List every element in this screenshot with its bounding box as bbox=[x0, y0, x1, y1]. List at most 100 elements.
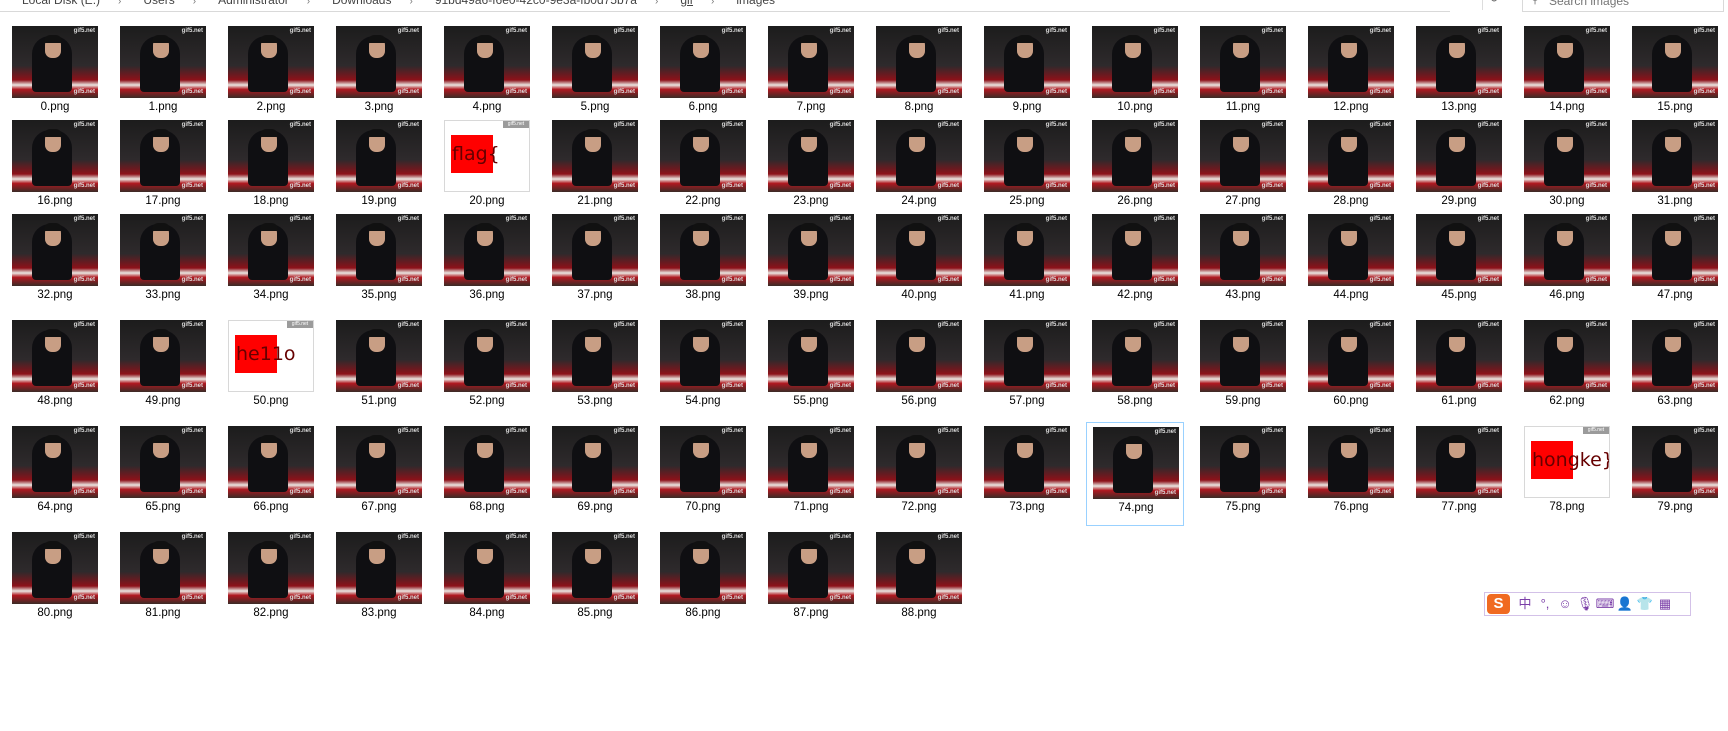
file-item[interactable]: gif5.net gif5.net 36.png bbox=[438, 210, 536, 314]
file-item[interactable]: gif5.net gif5.net 23.png bbox=[762, 116, 860, 220]
keyboard-icon[interactable]: ⌨ bbox=[1595, 595, 1615, 613]
file-item[interactable]: gif5.net gif5.net 65.png bbox=[114, 422, 212, 526]
file-item[interactable]: gif5.net gif5.net 59.png bbox=[1194, 316, 1292, 420]
file-item[interactable]: gif5.net gif5.net 72.png bbox=[870, 422, 968, 526]
search-box[interactable]: ⚲ bbox=[1522, 0, 1724, 12]
file-item[interactable]: gif5.net gif5.net 82.png bbox=[222, 528, 320, 632]
file-item[interactable]: gif5.net gif5.net 49.png bbox=[114, 316, 212, 420]
sogou-logo-icon[interactable]: S bbox=[1487, 594, 1510, 614]
file-item[interactable]: gif5.net gif5.net 69.png bbox=[546, 422, 644, 526]
file-item[interactable]: gif5.net gif5.net 2.png bbox=[222, 22, 320, 126]
file-item[interactable]: gif5.net gif5.net 11.png bbox=[1194, 22, 1292, 126]
search-input[interactable] bbox=[1549, 0, 1719, 9]
file-item[interactable]: gif5.net he11o 50.png bbox=[222, 316, 320, 420]
file-item[interactable]: gif5.net gif5.net 46.png bbox=[1518, 210, 1616, 314]
file-item[interactable]: gif5.net gif5.net 4.png bbox=[438, 22, 536, 126]
address-dropdown-icon[interactable]: ⌄ bbox=[1455, 0, 1463, 3]
breadcrumb-item[interactable]: images bbox=[736, 0, 775, 9]
file-item[interactable]: gif5.net gif5.net 40.png bbox=[870, 210, 968, 314]
file-item[interactable]: gif5.net gif5.net 27.png bbox=[1194, 116, 1292, 220]
breadcrumb-item[interactable]: 91bd49a6-f6e0-42c0-9e3a-fb0d75b7a bbox=[435, 0, 637, 9]
file-item[interactable]: gif5.net gif5.net 29.png bbox=[1410, 116, 1508, 220]
file-item[interactable]: gif5.net gif5.net 58.png bbox=[1086, 316, 1184, 420]
file-item[interactable]: gif5.net gif5.net 68.png bbox=[438, 422, 536, 526]
breadcrumb-item[interactable]: Local Disk (E:) bbox=[22, 0, 100, 9]
file-item[interactable]: gif5.net gif5.net 16.png bbox=[6, 116, 104, 220]
file-item[interactable]: gif5.net gif5.net 81.png bbox=[114, 528, 212, 632]
file-item[interactable]: gif5.net gif5.net 57.png bbox=[978, 316, 1076, 420]
file-item[interactable]: gif5.net gif5.net 37.png bbox=[546, 210, 644, 314]
file-item[interactable]: gif5.net gif5.net 18.png bbox=[222, 116, 320, 220]
file-item[interactable]: gif5.net flag{20.png bbox=[438, 116, 536, 220]
file-item[interactable]: gif5.net gif5.net 66.png bbox=[222, 422, 320, 526]
file-item[interactable]: gif5.net gif5.net 41.png bbox=[978, 210, 1076, 314]
file-item[interactable]: gif5.net gif5.net 26.png bbox=[1086, 116, 1184, 220]
refresh-button[interactable]: ↻ bbox=[1482, 0, 1505, 10]
file-item[interactable]: gif5.net gif5.net 7.png bbox=[762, 22, 860, 126]
file-item[interactable]: gif5.net gif5.net 73.png bbox=[978, 422, 1076, 526]
file-item[interactable]: gif5.net gif5.net 9.png bbox=[978, 22, 1076, 126]
file-item[interactable]: gif5.net gif5.net 83.png bbox=[330, 528, 428, 632]
emoji-icon[interactable]: ☺ bbox=[1555, 595, 1575, 613]
file-item[interactable]: gif5.net gif5.net 32.png bbox=[6, 210, 104, 314]
file-item[interactable]: gif5.net gif5.net 6.png bbox=[654, 22, 752, 126]
microphone-icon[interactable]: 🎙 bbox=[1575, 595, 1595, 613]
file-item[interactable]: gif5.net gif5.net 79.png bbox=[1626, 422, 1724, 526]
file-item[interactable]: gif5.net gif5.net 28.png bbox=[1302, 116, 1400, 220]
file-item[interactable]: gif5.net gif5.net 54.png bbox=[654, 316, 752, 420]
file-item[interactable]: gif5.net gif5.net 14.png bbox=[1518, 22, 1616, 126]
file-item[interactable]: gif5.net gif5.net 35.png bbox=[330, 210, 428, 314]
chinese-mode-icon[interactable]: 中 bbox=[1515, 595, 1535, 613]
file-item[interactable]: gif5.net gif5.net 70.png bbox=[654, 422, 752, 526]
punctuation-icon[interactable]: °, bbox=[1535, 595, 1555, 613]
file-item[interactable]: gif5.net gif5.net 31.png bbox=[1626, 116, 1724, 220]
file-item[interactable]: gif5.net gif5.net 61.png bbox=[1410, 316, 1508, 420]
file-item[interactable]: gif5.net gif5.net 44.png bbox=[1302, 210, 1400, 314]
file-item[interactable]: gif5.net gif5.net 3.png bbox=[330, 22, 428, 126]
file-item[interactable]: gif5.net gif5.net 22.png bbox=[654, 116, 752, 220]
file-item[interactable]: gif5.net gif5.net 8.png bbox=[870, 22, 968, 126]
file-item[interactable]: gif5.net gif5.net 43.png bbox=[1194, 210, 1292, 314]
file-item[interactable]: gif5.net gif5.net 60.png bbox=[1302, 316, 1400, 420]
file-item[interactable]: gif5.net gif5.net 52.png bbox=[438, 316, 536, 420]
file-item[interactable]: gif5.net gif5.net 47.png bbox=[1626, 210, 1724, 314]
chevron-right-icon[interactable]: › bbox=[655, 0, 658, 7]
file-item[interactable]: gif5.net gif5.net 88.png bbox=[870, 528, 968, 632]
breadcrumb-item[interactable]: Users bbox=[143, 0, 174, 9]
file-item[interactable]: gif5.net gif5.net 21.png bbox=[546, 116, 644, 220]
file-item[interactable]: gif5.net gif5.net 5.png bbox=[546, 22, 644, 126]
chevron-right-icon[interactable]: › bbox=[711, 0, 714, 7]
skin-icon[interactable]: 👕 bbox=[1635, 595, 1655, 613]
file-item[interactable]: gif5.net hongke} 78.png bbox=[1518, 422, 1616, 526]
file-item[interactable]: gif5.net gif5.net 38.png bbox=[654, 210, 752, 314]
file-item[interactable]: gif5.net gif5.net 51.png bbox=[330, 316, 428, 420]
file-item[interactable]: gif5.net gif5.net 12.png bbox=[1302, 22, 1400, 126]
breadcrumb-item[interactable]: Downloads bbox=[332, 0, 391, 9]
file-item[interactable]: gif5.net gif5.net 10.png bbox=[1086, 22, 1184, 126]
file-item[interactable]: gif5.net gif5.net 87.png bbox=[762, 528, 860, 632]
file-item[interactable]: gif5.net gif5.net 85.png bbox=[546, 528, 644, 632]
file-item[interactable]: gif5.net gif5.net 45.png bbox=[1410, 210, 1508, 314]
file-item[interactable]: gif5.net gif5.net 25.png bbox=[978, 116, 1076, 220]
file-item[interactable]: gif5.net gif5.net 56.png bbox=[870, 316, 968, 420]
file-item[interactable]: gif5.net gif5.net 1.png bbox=[114, 22, 212, 126]
file-item[interactable]: gif5.net gif5.net 15.png bbox=[1626, 22, 1724, 126]
file-item[interactable]: gif5.net gif5.net 0.png bbox=[6, 22, 104, 126]
file-item[interactable]: gif5.net gif5.net 17.png bbox=[114, 116, 212, 220]
file-item[interactable]: gif5.net gif5.net 33.png bbox=[114, 210, 212, 314]
file-item[interactable]: gif5.net gif5.net 55.png bbox=[762, 316, 860, 420]
chevron-right-icon[interactable]: › bbox=[307, 0, 310, 7]
file-item[interactable]: gif5.net gif5.net 80.png bbox=[6, 528, 104, 632]
file-item[interactable]: gif5.net gif5.net 64.png bbox=[6, 422, 104, 526]
file-item[interactable]: gif5.net gif5.net 34.png bbox=[222, 210, 320, 314]
file-item[interactable]: gif5.net gif5.net 13.png bbox=[1410, 22, 1508, 126]
file-item[interactable]: gif5.net gif5.net 24.png bbox=[870, 116, 968, 220]
user-icon[interactable]: 👤 bbox=[1615, 595, 1635, 613]
file-item[interactable]: gif5.net gif5.net 63.png bbox=[1626, 316, 1724, 420]
file-item[interactable]: gif5.net gif5.net 39.png bbox=[762, 210, 860, 314]
file-item[interactable]: gif5.net gif5.net 19.png bbox=[330, 116, 428, 220]
chevron-right-icon[interactable]: › bbox=[118, 0, 121, 7]
file-item[interactable]: gif5.net gif5.net 53.png bbox=[546, 316, 644, 420]
chevron-right-icon[interactable]: › bbox=[193, 0, 196, 7]
breadcrumb-item[interactable]: gif bbox=[680, 0, 693, 9]
